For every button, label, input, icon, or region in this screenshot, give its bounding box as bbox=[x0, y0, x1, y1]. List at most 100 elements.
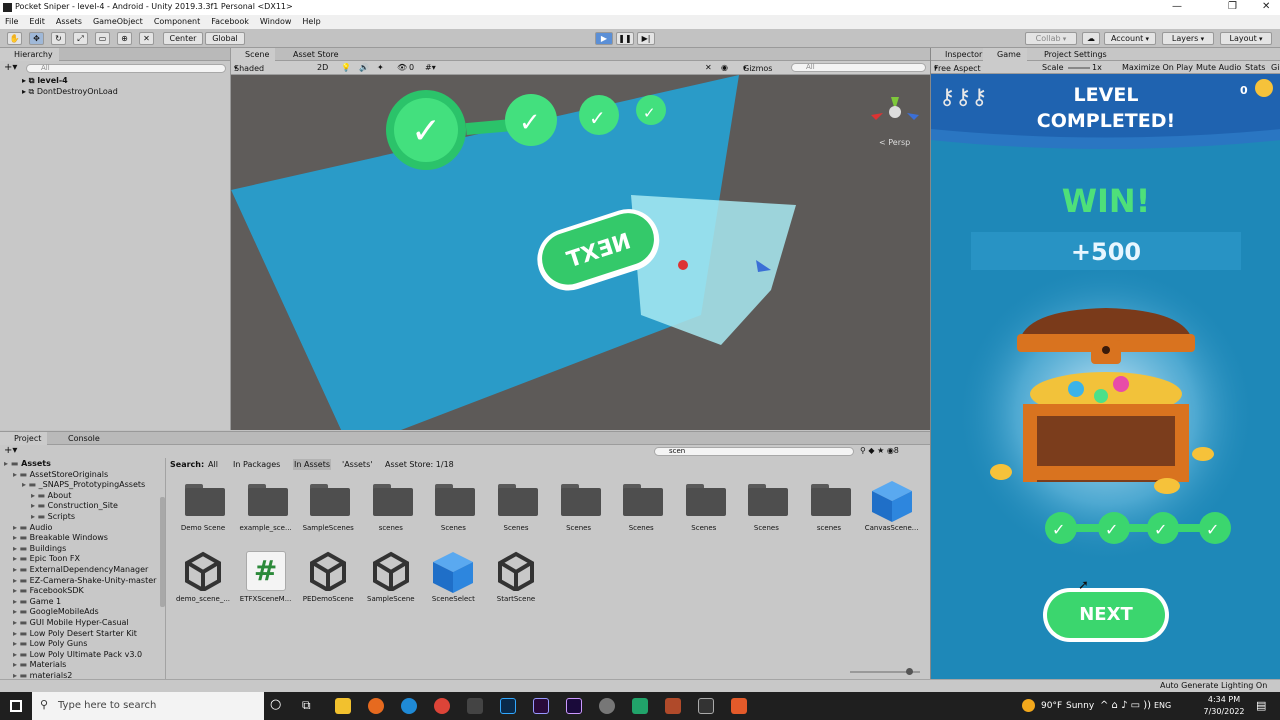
asset-item[interactable]: demo_scene_... bbox=[172, 551, 234, 615]
project-add-icon[interactable]: +▾ bbox=[4, 445, 17, 456]
project-tree-item[interactable]: ▸ ▬ _SNAPS_PrototypingAssets bbox=[0, 480, 165, 491]
aspect-dropdown[interactable]: Free Aspect bbox=[934, 62, 1034, 74]
step-button[interactable]: ▶| bbox=[637, 32, 655, 45]
task-view-icon[interactable]: ⧉ bbox=[302, 698, 311, 713]
menu-help[interactable]: Help bbox=[297, 15, 326, 28]
asset-item[interactable]: StartScene bbox=[485, 551, 547, 615]
clock-date[interactable]: 7/30/2022 bbox=[1203, 707, 1245, 716]
zoom-slider-handle[interactable] bbox=[906, 668, 913, 675]
collab-dropdown[interactable]: Collab bbox=[1025, 32, 1077, 45]
scope-asset-store[interactable]: Asset Store: 1/18 bbox=[385, 459, 454, 470]
asset-item[interactable]: CanvasScene... bbox=[861, 480, 923, 544]
system-tray-icons[interactable]: ^ ⌂ ♪ ▭ )) bbox=[1100, 700, 1151, 711]
notifications-icon[interactable]: ▤ bbox=[1256, 699, 1266, 712]
camera-icon[interactable]: ◉ bbox=[721, 62, 728, 74]
mute-audio-toggle[interactable]: Mute Audio bbox=[1196, 62, 1241, 73]
filter-icons[interactable]: ⚲ ◆ ★ ◉8 bbox=[860, 446, 899, 455]
cloud-icon[interactable]: ☁ bbox=[1082, 32, 1100, 45]
next-button[interactable]: NEXT bbox=[1043, 588, 1169, 642]
menu-component[interactable]: Component bbox=[149, 15, 206, 28]
asset-item[interactable]: Scenes bbox=[548, 480, 610, 544]
project-tree-item[interactable]: ▸ ▬ Audio bbox=[0, 523, 165, 534]
scope-in-packages[interactable]: In Packages bbox=[233, 459, 280, 470]
project-tree-item[interactable]: ▸ ▬ AssetStoreOriginals bbox=[0, 470, 165, 481]
grid-icon[interactable]: #▾ bbox=[425, 62, 436, 74]
project-tree-item[interactable]: ▸ ▬ GUI Mobile Hyper-Casual bbox=[0, 618, 165, 629]
hierarchy-search-input[interactable]: All bbox=[26, 64, 226, 73]
account-dropdown[interactable]: Account bbox=[1104, 32, 1156, 45]
winrar-icon[interactable] bbox=[665, 698, 681, 714]
taskbar-search-box[interactable]: ⚲ Type here to search bbox=[32, 692, 264, 720]
menu-assets[interactable]: Assets bbox=[51, 15, 88, 28]
rotate-tool-icon[interactable]: ↻ bbox=[51, 32, 66, 45]
language-indicator[interactable]: ENG bbox=[1154, 701, 1171, 710]
unity-editor-icon[interactable] bbox=[698, 698, 714, 714]
tab-hierarchy[interactable]: Hierarchy bbox=[0, 48, 59, 61]
scale-tool-icon[interactable]: ⤢ bbox=[73, 32, 88, 45]
maximize-on-play-toggle[interactable]: Maximize On Play bbox=[1122, 62, 1193, 73]
asset-item[interactable]: Scenes bbox=[673, 480, 735, 544]
project-tree-item[interactable]: ▸ ▬ Game 1 bbox=[0, 597, 165, 608]
audio-icon[interactable]: 🔊 bbox=[359, 62, 369, 74]
asset-item[interactable]: PEDemoScene bbox=[297, 551, 359, 615]
file-explorer-icon[interactable] bbox=[335, 698, 351, 714]
menu-window[interactable]: Window bbox=[255, 15, 298, 28]
tab-console[interactable]: Console bbox=[54, 432, 106, 445]
asset-item[interactable]: SampleScene bbox=[360, 551, 422, 615]
edge-icon[interactable] bbox=[401, 698, 417, 714]
scope-assets-folder[interactable]: 'Assets' bbox=[342, 459, 372, 470]
move-tool-icon[interactable]: ✥ bbox=[29, 32, 44, 45]
hidden-objects-icon[interactable]: 👁 bbox=[397, 62, 407, 74]
light-icon[interactable]: 💡 bbox=[341, 62, 351, 74]
project-tree-item[interactable]: ▸ ▬ Scripts bbox=[0, 512, 165, 523]
scene-viewport[interactable]: ✓ ✓ ✓ ✓ TXƎИ < Persp bbox=[231, 75, 930, 430]
add-icon[interactable]: +▾ bbox=[4, 62, 17, 73]
unity-hub-icon[interactable] bbox=[467, 698, 483, 714]
photoshop-icon[interactable] bbox=[500, 698, 516, 714]
firefox-icon[interactable] bbox=[368, 698, 384, 714]
stats-toggle[interactable]: Stats bbox=[1245, 62, 1265, 73]
transform-tool-icon[interactable]: ⊕ bbox=[117, 32, 132, 45]
tab-inspector[interactable]: Inspector bbox=[931, 48, 988, 61]
play-button[interactable]: ▶ bbox=[595, 32, 613, 45]
menu-file[interactable]: File bbox=[0, 15, 24, 28]
effects-icon[interactable]: ✦ bbox=[377, 62, 384, 74]
hand-tool-icon[interactable]: ✋ bbox=[7, 32, 22, 45]
scope-in-assets[interactable]: In Assets bbox=[293, 459, 332, 470]
premiere-icon[interactable] bbox=[533, 698, 549, 714]
project-tree-item[interactable]: ▸ ▬ Epic Toon FX bbox=[0, 554, 165, 565]
minimize-icon[interactable]: — bbox=[1172, 1, 1182, 12]
weather-temp[interactable]: 90°F bbox=[1041, 701, 1062, 711]
hierarchy-item-dontdestroy[interactable]: ▸ ⧉ DontDestroyOnLoad bbox=[0, 86, 230, 97]
scope-all[interactable]: All bbox=[208, 459, 218, 470]
layers-dropdown[interactable]: Layers bbox=[1162, 32, 1214, 45]
close-icon[interactable]: ✕ bbox=[1262, 1, 1270, 12]
menu-gameobject[interactable]: GameObject bbox=[88, 15, 149, 28]
project-search-input[interactable]: scen bbox=[654, 447, 854, 456]
project-tree-item[interactable]: ▸ ▬ Construction_Site bbox=[0, 501, 165, 512]
asset-item[interactable]: scenes bbox=[798, 480, 860, 544]
asset-item[interactable]: Scenes bbox=[422, 480, 484, 544]
restore-icon[interactable]: ❐ bbox=[1228, 1, 1237, 12]
project-tree-item[interactable]: ▸ ▬ EZ-Camera-Shake-Unity-master bbox=[0, 576, 165, 587]
project-tree-item[interactable]: ▸ ▬ Buildings bbox=[0, 544, 165, 555]
after-effects-icon[interactable] bbox=[566, 698, 582, 714]
project-tree-item[interactable]: ▸ ▬ About bbox=[0, 491, 165, 502]
asset-item[interactable]: example_sce... bbox=[235, 480, 297, 544]
project-tree-item[interactable]: ▸ ▬ Breakable Windows bbox=[0, 533, 165, 544]
tree-scrollbar[interactable] bbox=[160, 497, 165, 607]
persp-label[interactable]: < Persp bbox=[879, 138, 910, 147]
asset-item[interactable]: scenes bbox=[360, 480, 422, 544]
rect-tool-icon[interactable]: ▭ bbox=[95, 32, 110, 45]
project-tree-item[interactable]: ▸ ▬ Materials bbox=[0, 660, 165, 671]
asset-item[interactable]: Scenes bbox=[610, 480, 672, 544]
project-tree-item[interactable]: ▸ ▬ GoogleMobileAds bbox=[0, 607, 165, 618]
tools-icon[interactable]: ✕ bbox=[705, 62, 712, 74]
gizmos-toggle[interactable]: Gi bbox=[1271, 62, 1279, 73]
windows-start-icon[interactable] bbox=[10, 700, 22, 712]
project-tree-item[interactable]: ▸ ▬ ExternalDependencyManager bbox=[0, 565, 165, 576]
tab-project-settings[interactable]: Project Settings bbox=[1030, 48, 1113, 61]
tab-asset-store[interactable]: Asset Store bbox=[279, 48, 345, 61]
chrome-icon[interactable] bbox=[434, 698, 450, 714]
asset-item[interactable]: Scenes bbox=[735, 480, 797, 544]
